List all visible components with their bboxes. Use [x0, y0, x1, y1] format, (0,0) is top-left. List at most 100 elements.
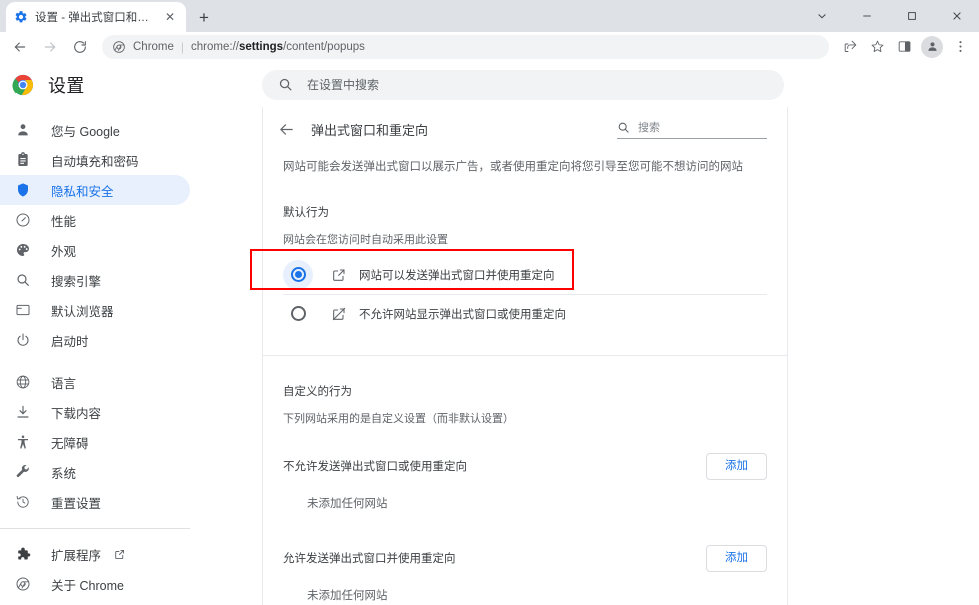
share-icon[interactable] — [837, 34, 863, 60]
url-suffix: /content/popups — [283, 40, 365, 53]
settings-content-area: 弹出式窗口和重定向 搜索 网站可能会发送弹出式窗口以展示广告，或者使用重定向将您… — [262, 107, 979, 605]
wrench-icon — [14, 464, 31, 481]
side-panel-icon[interactable] — [891, 34, 917, 60]
search-icon — [278, 77, 293, 92]
subpage-search-placeholder: 搜索 — [638, 122, 660, 134]
custom-behavior-heading: 自定义的行为 — [283, 385, 352, 398]
open-in-new-icon — [331, 267, 347, 283]
exception-group-label: 允许发送弹出式窗口并使用重定向 — [283, 553, 456, 566]
exception-group-label: 不允许发送弹出式窗口或使用重定向 — [283, 461, 467, 474]
settings-card: 弹出式窗口和重定向 搜索 网站可能会发送弹出式窗口以展示广告，或者使用重定向将您… — [262, 107, 788, 605]
browser-window: 设置 - 弹出式窗口和重定向 ✕ + — [0, 0, 979, 605]
profile-avatar[interactable] — [921, 35, 943, 58]
sidebar-item-on-startup[interactable]: 启动时 — [0, 325, 190, 355]
accessibility-icon — [14, 434, 31, 451]
chrome-circle-icon — [112, 40, 126, 54]
sidebar-item-system[interactable]: 系统 — [0, 457, 190, 487]
settings-brand: 设置 — [0, 72, 262, 98]
sidebar-item-extensions[interactable]: 扩展程序 — [0, 539, 190, 569]
reload-button[interactable] — [66, 33, 94, 61]
minimize-button[interactable] — [844, 0, 889, 32]
sidebar-item-accessibility[interactable]: 无障碍 — [0, 427, 190, 457]
omnibox-url: chrome://settings/content/popups — [191, 41, 365, 53]
radio-circle-checked — [290, 267, 306, 283]
sidebar-item-label: 搜索引擎 — [51, 274, 102, 289]
add-blocked-site-button[interactable]: 添加 — [706, 452, 767, 481]
sidebar-item-default-browser[interactable]: 默认浏览器 — [0, 295, 190, 325]
omnibox-separator: | — [180, 39, 185, 54]
history-restore-icon — [14, 494, 31, 511]
search-icon — [14, 272, 31, 289]
search-icon — [617, 121, 630, 134]
radio-label-block: 不允许网站显示弹出式窗口或使用重定向 — [359, 308, 566, 321]
radio-label-allow: 网站可以发送弹出式窗口并使用重定向 — [359, 269, 555, 282]
settings-sidebar: 您与 Google 自动填充和密码 隐私和安全 性能 外观 搜索引擎 默认浏览器… — [0, 107, 262, 605]
sidebar-item-label: 性能 — [51, 214, 77, 229]
page-title: 设置 — [48, 75, 85, 96]
radio-option-block-popups[interactable]: 不允许网站显示弹出式窗口或使用重定向 — [263, 295, 787, 333]
forward-button[interactable] — [36, 33, 64, 61]
sidebar-item-performance[interactable]: 性能 — [0, 205, 190, 235]
sidebar-item-about-chrome[interactable]: 关于 Chrome — [0, 569, 190, 599]
sidebar-item-appearance[interactable]: 外观 — [0, 235, 190, 265]
browser-tab[interactable]: 设置 - 弹出式窗口和重定向 ✕ — [6, 2, 186, 32]
subpage-search-input[interactable]: 搜索 — [617, 119, 767, 139]
open-in-new-blocked-icon — [331, 306, 347, 322]
url-bold-segment: settings — [238, 40, 284, 53]
sidebar-item-label: 系统 — [51, 466, 77, 481]
default-behavior-heading: 默认行为 — [283, 206, 329, 219]
subpage-title: 弹出式窗口和重定向 — [311, 122, 429, 138]
sidebar-item-autofill-passwords[interactable]: 自动填充和密码 — [0, 145, 190, 175]
radio-circle-unchecked — [290, 306, 306, 322]
default-behavior-radio-group: 网站可以发送弹出式窗口并使用重定向 不允许网站显示弹出式窗口或使用重定向 — [263, 256, 787, 333]
radio-option-allow-popups[interactable]: 网站可以发送弹出式窗口并使用重定向 — [263, 256, 787, 294]
maximize-button[interactable] — [889, 0, 934, 32]
sidebar-item-label: 扩展程序 — [51, 548, 102, 563]
new-tab-button[interactable]: + — [190, 3, 218, 31]
sidebar-item-search-engine[interactable]: 搜索引擎 — [0, 265, 190, 295]
settings-search-input[interactable]: 在设置中搜索 — [262, 69, 784, 100]
external-link-icon — [113, 548, 126, 561]
exception-group-block: 不允许发送弹出式窗口或使用重定向 添加 — [263, 444, 787, 489]
sidebar-item-label: 重置设置 — [51, 496, 102, 511]
radio-button-allow[interactable] — [283, 259, 313, 290]
power-icon — [14, 332, 31, 349]
person-icon — [14, 122, 31, 139]
tab-strip: 设置 - 弹出式窗口和重定向 ✕ + — [0, 0, 979, 32]
toolbar-actions — [837, 34, 973, 60]
browser-toolbar: Chrome | chrome://settings/content/popup… — [0, 32, 979, 62]
back-button[interactable] — [6, 33, 34, 61]
sidebar-item-label: 您与 Google — [51, 124, 120, 139]
sidebar-item-label: 无障碍 — [51, 436, 89, 451]
three-dot-menu-icon[interactable] — [947, 34, 973, 60]
radio-button-block[interactable] — [283, 299, 313, 329]
window-controls — [799, 0, 979, 32]
sidebar-item-languages[interactable]: 语言 — [0, 367, 190, 397]
radio-dot — [294, 271, 302, 279]
address-bar[interactable]: Chrome | chrome://settings/content/popup… — [102, 34, 829, 59]
close-button[interactable] — [934, 0, 979, 32]
clipboard-icon — [14, 152, 31, 169]
sidebar-item-label: 启动时 — [51, 334, 89, 349]
tab-search-chevron-down-icon[interactable] — [799, 0, 844, 32]
sidebar-divider — [0, 528, 190, 529]
default-behavior-subtitle: 网站会在您访问时自动采用此设置 — [283, 233, 448, 246]
sidebar-item-label: 下载内容 — [51, 406, 102, 421]
speedometer-icon — [14, 212, 31, 229]
exception-empty-note: 未添加任何网站 — [307, 497, 388, 510]
url-prefix: chrome:// — [191, 40, 239, 53]
add-allowed-site-button[interactable]: 添加 — [706, 544, 767, 573]
sidebar-item-downloads[interactable]: 下载内容 — [0, 397, 190, 427]
custom-behavior-subtitle: 下列网站采用的是自定义设置（而非默认设置） — [283, 412, 514, 425]
subpage-back-button[interactable] — [275, 118, 297, 140]
download-icon — [14, 404, 31, 421]
sidebar-item-label: 隐私和安全 — [51, 184, 114, 199]
sidebar-item-reset-settings[interactable]: 重置设置 — [0, 487, 190, 517]
bookmark-star-icon[interactable] — [864, 34, 890, 60]
sidebar-item-privacy-security[interactable]: 隐私和安全 — [0, 175, 190, 205]
tab-title: 设置 - 弹出式窗口和重定向 — [35, 12, 155, 24]
sidebar-item-you-and-google[interactable]: 您与 Google — [0, 115, 190, 145]
tab-close-button[interactable]: ✕ — [162, 9, 178, 25]
settings-header: 设置 在设置中搜索 — [0, 62, 979, 107]
